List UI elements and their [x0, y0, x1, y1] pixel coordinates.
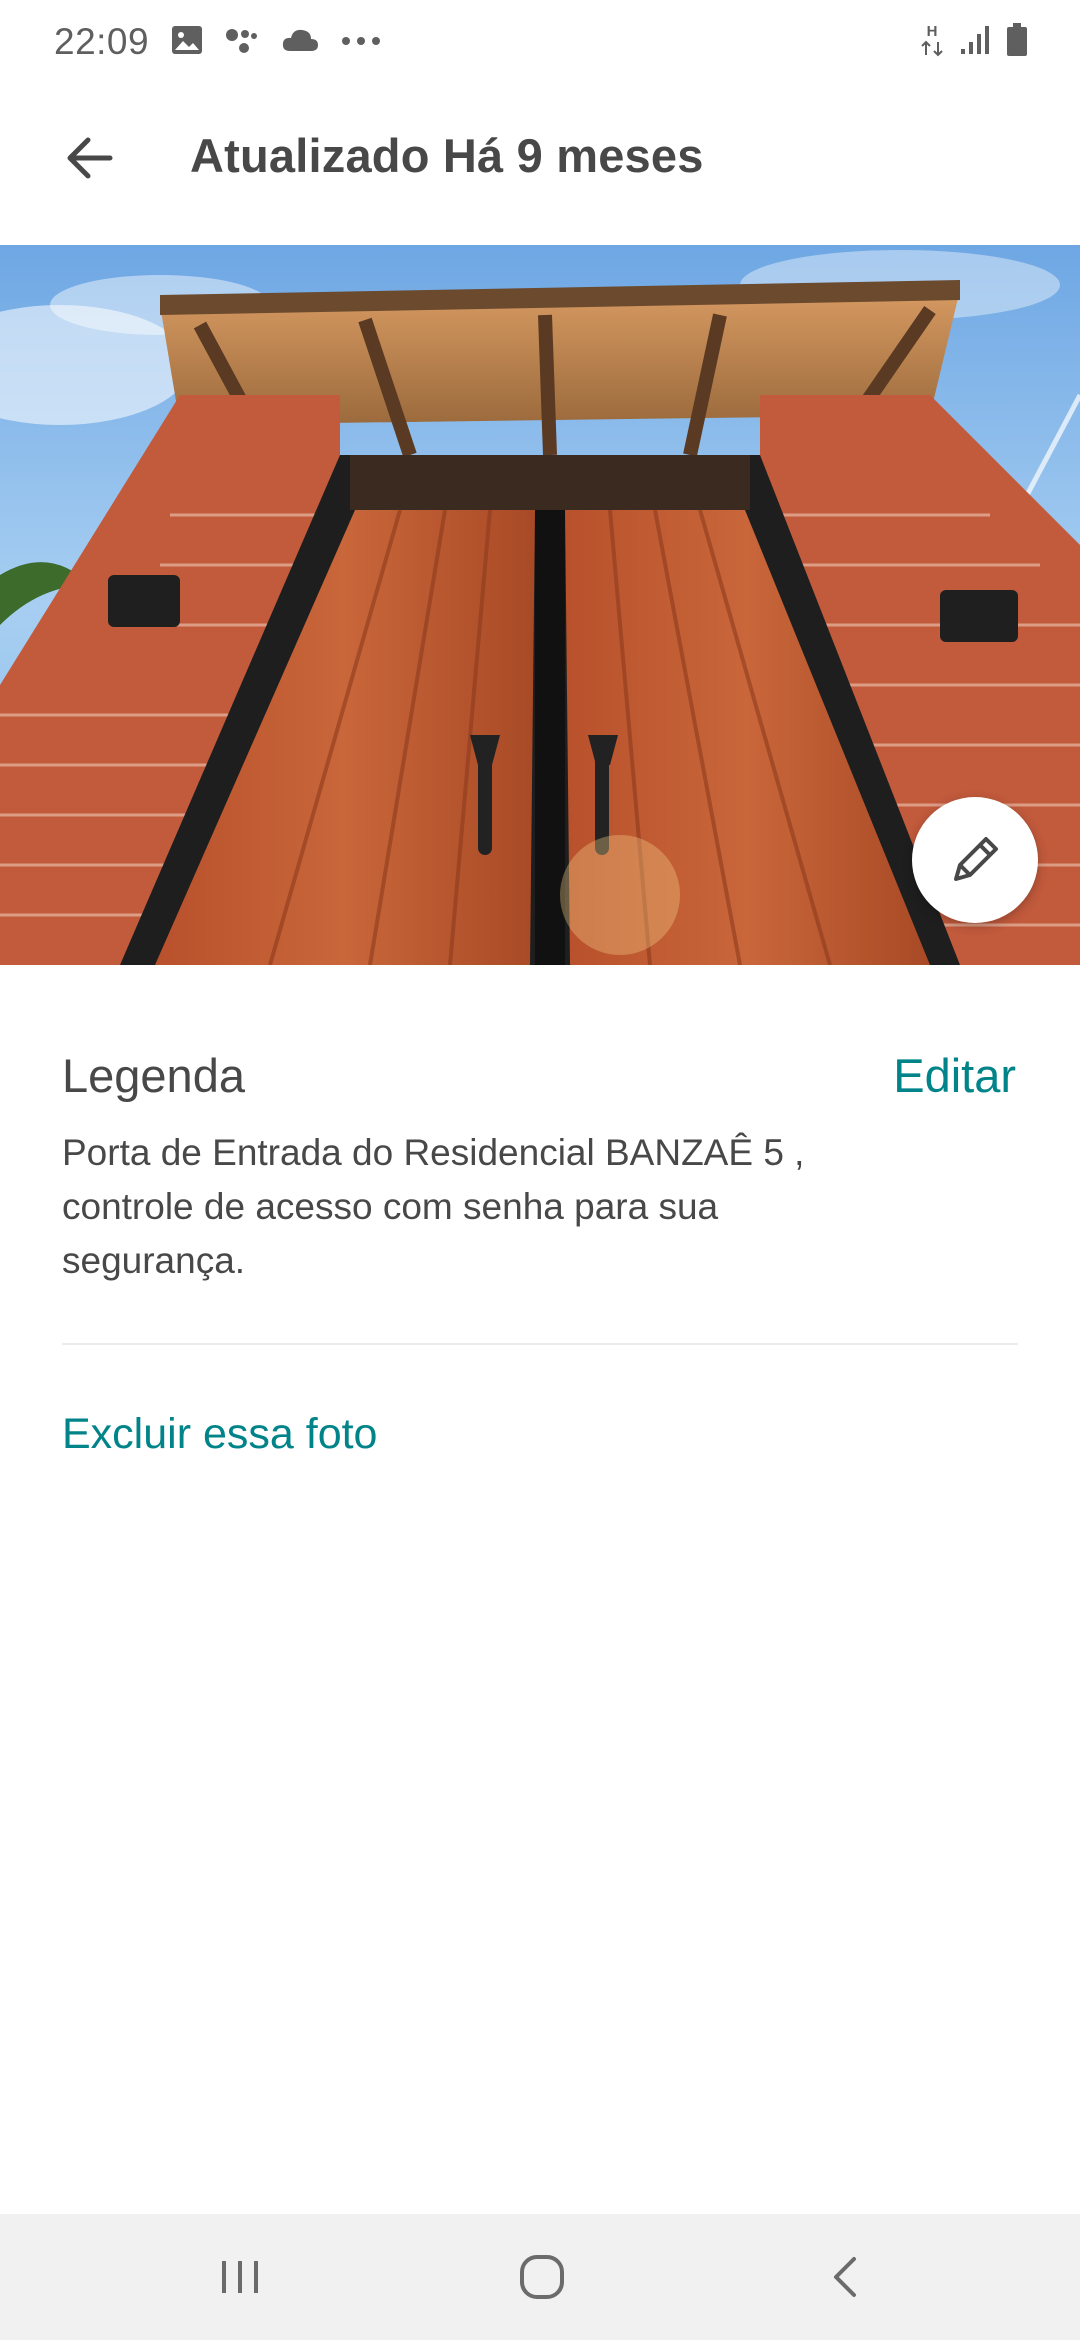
home-icon [520, 2255, 564, 2299]
hspa-data-icon: H [920, 22, 944, 63]
arrow-left-icon [67, 137, 113, 179]
recent-apps-icon [222, 2261, 258, 2293]
gallery-icon [171, 25, 203, 60]
delete-photo-link[interactable]: Excluir essa foto [62, 1410, 377, 1459]
assistant-icon [225, 26, 259, 59]
home-button[interactable] [472, 2214, 612, 2340]
photo-detail-screen: 22:09 H Atualizado Há 9 meses Legenda Ed… [0, 0, 1080, 2340]
caption-heading: Legenda [62, 1049, 245, 1102]
pencil-icon [954, 837, 998, 881]
back-button[interactable] [54, 122, 126, 194]
status-icons-left [171, 25, 381, 60]
toolbar: Atualizado Há 9 meses [0, 100, 1080, 216]
svg-text:H: H [927, 23, 938, 40]
more-dots-icon [341, 33, 381, 51]
cloud-icon [281, 27, 319, 58]
battery-icon [1006, 22, 1028, 62]
recent-apps-button[interactable] [170, 2214, 310, 2340]
status-time: 22:09 [54, 21, 150, 62]
system-nav-bar [0, 2214, 1080, 2340]
caption-text: Porta de Entrada do Residencial BANZAÊ 5… [62, 1132, 805, 1281]
nav-back-button[interactable] [775, 2214, 915, 2340]
edit-photo-button[interactable] [912, 797, 1038, 923]
status-icons-right: H [920, 22, 1028, 63]
page-title: Atualizado Há 9 meses [190, 129, 704, 182]
signal-icon [960, 25, 990, 60]
divider [62, 1343, 1018, 1345]
edit-caption-link[interactable]: Editar [893, 1048, 1016, 1103]
back-icon [834, 2257, 856, 2297]
status-bar: 22:09 H [0, 0, 1080, 84]
